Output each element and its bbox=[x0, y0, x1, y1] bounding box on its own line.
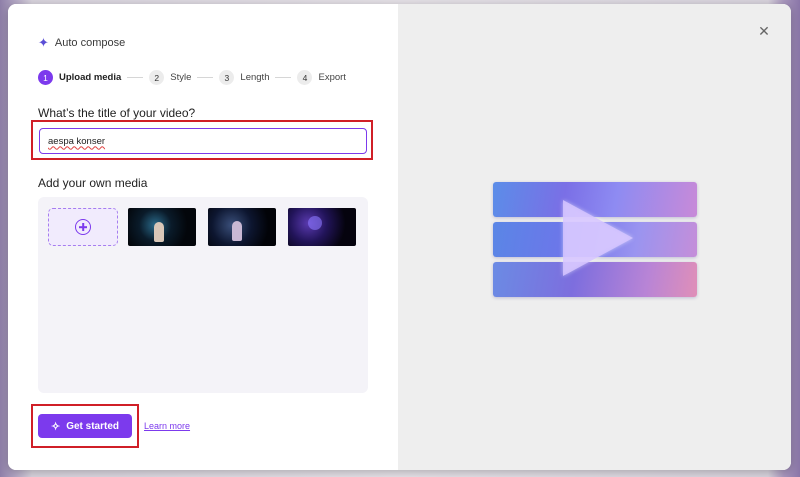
thumbnail-figure bbox=[232, 221, 242, 241]
media-panel bbox=[38, 197, 368, 393]
video-illustration bbox=[493, 182, 697, 298]
learn-more-link[interactable]: Learn more bbox=[144, 421, 190, 431]
add-media-button[interactable] bbox=[48, 208, 118, 246]
dialog-header: ✦ Auto compose bbox=[38, 36, 125, 50]
thumbnail-light bbox=[308, 216, 322, 230]
video-title-label: What’s the title of your video? bbox=[38, 106, 196, 120]
step-divider bbox=[275, 77, 292, 78]
step-export[interactable]: 4 Export bbox=[297, 70, 346, 85]
step-number: 2 bbox=[149, 70, 165, 85]
highlight-box-title-input bbox=[31, 120, 373, 160]
highlight-box-get-started bbox=[31, 404, 139, 448]
step-label: Length bbox=[240, 72, 270, 83]
step-number: 1 bbox=[38, 70, 53, 85]
media-thumbnail[interactable] bbox=[128, 208, 196, 246]
media-thumbnail[interactable] bbox=[208, 208, 276, 246]
step-style[interactable]: 2 Style bbox=[149, 70, 191, 85]
step-label: Upload media bbox=[59, 72, 122, 83]
dialog-title: Auto compose bbox=[54, 37, 126, 49]
step-length[interactable]: 3 Length bbox=[219, 70, 269, 85]
play-icon bbox=[563, 200, 633, 276]
dialog-right-panel: ✕ bbox=[398, 4, 791, 470]
step-number: 4 bbox=[297, 70, 313, 85]
step-label: Style bbox=[170, 72, 192, 83]
step-divider bbox=[127, 77, 144, 78]
thumbnail-figure bbox=[154, 222, 164, 242]
plus-circle-icon bbox=[75, 219, 91, 235]
step-upload-media[interactable]: 1 Upload media bbox=[38, 70, 121, 85]
dialog-left-panel: ✦ Auto compose 1 Upload media 2 Style 3 … bbox=[8, 4, 398, 470]
close-icon[interactable]: ✕ bbox=[755, 22, 773, 40]
step-number: 3 bbox=[219, 70, 235, 85]
step-label: Export bbox=[318, 72, 346, 83]
step-divider bbox=[197, 77, 214, 78]
auto-compose-dialog: ✦ Auto compose 1 Upload media 2 Style 3 … bbox=[8, 4, 791, 470]
media-section-label: Add your own media bbox=[38, 176, 148, 190]
media-thumbnail[interactable] bbox=[288, 208, 356, 246]
sparkle-icon: ✦ bbox=[38, 35, 49, 50]
step-indicator: 1 Upload media 2 Style 3 Length 4 Export bbox=[38, 70, 346, 85]
